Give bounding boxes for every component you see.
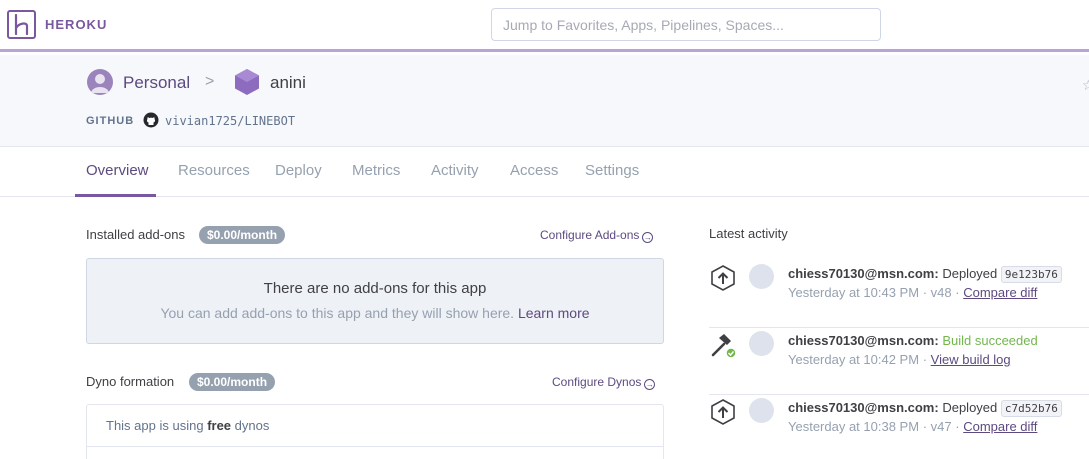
commit-hash[interactable]: 9e123b76 xyxy=(1000,266,1062,283)
addons-empty-text: You can add add-ons to this app and they… xyxy=(87,305,663,321)
user-avatar xyxy=(749,264,774,289)
tab-settings[interactable]: Settings xyxy=(585,162,639,179)
dyno-text-suffix: dynos xyxy=(234,418,270,433)
release-version: v47 xyxy=(930,419,952,434)
breadcrumb-app-name[interactable]: anini xyxy=(270,73,306,93)
addons-empty-description: You can add add-ons to this app and they… xyxy=(160,305,515,321)
top-navbar: HEROKU xyxy=(0,0,1089,52)
activity-time: Yesterday at 10:38 PM xyxy=(788,419,920,434)
search-input[interactable] xyxy=(491,8,881,41)
app-hexagon-icon xyxy=(235,69,259,95)
dyno-type: free xyxy=(207,418,232,433)
activity-action: Deployed xyxy=(942,266,998,281)
release-version: v48 xyxy=(930,285,952,300)
separator-dot: · xyxy=(922,419,928,434)
compare-diff-link[interactable]: Compare diff xyxy=(963,285,1037,300)
activity-summary: chiess70130@msn.com: Deployed c7d52b76 xyxy=(788,400,1062,417)
activity-time: Yesterday at 10:43 PM xyxy=(788,285,920,300)
commit-hash[interactable]: c7d52b76 xyxy=(1000,400,1062,417)
active-tab-indicator xyxy=(75,194,156,197)
activity-item: chiess70130@msn.com: Deployed 9e123b76 Y… xyxy=(709,262,1089,328)
arrow-right-circle-icon: → xyxy=(644,379,656,390)
configure-dynos-link[interactable]: Configure Dynos → xyxy=(552,375,656,390)
activity-summary: chiess70130@msn.com: Build succeeded xyxy=(788,333,1038,348)
heroku-logo-icon[interactable] xyxy=(7,10,36,39)
activity-summary: chiess70130@msn.com: Deployed 9e123b76 xyxy=(788,266,1062,283)
breadcrumb-separator: > xyxy=(205,73,215,90)
app-tabs: Overview Resources Deploy Metrics Activi… xyxy=(0,147,1089,197)
activity-user: chiess70130@msn.com: xyxy=(788,266,939,281)
tab-activity[interactable]: Activity xyxy=(431,162,479,179)
configure-addons-link[interactable]: Configure Add-ons → xyxy=(540,228,654,243)
dyno-formation-panel: This app is using free dynos xyxy=(86,404,664,459)
activity-item: chiess70130@msn.com: Deployed c7d52b76 Y… xyxy=(709,396,1089,459)
dynos-price-badge: $0.00/month xyxy=(189,373,276,391)
addons-title: Installed add-ons xyxy=(86,227,186,242)
separator-dot: · xyxy=(922,352,928,367)
deploy-icon xyxy=(711,265,735,291)
activity-meta: Yesterday at 10:42 PM · View build log xyxy=(788,352,1011,367)
addons-price-badge: $0.00/month xyxy=(199,226,286,244)
activity-item: chiess70130@msn.com: Build succeeded Yes… xyxy=(709,329,1089,395)
tab-deploy[interactable]: Deploy xyxy=(275,162,322,179)
tab-resources[interactable]: Resources xyxy=(178,162,250,179)
user-avatar xyxy=(749,331,774,356)
view-build-log-link[interactable]: View build log xyxy=(931,352,1011,367)
brand-name[interactable]: HEROKU xyxy=(45,17,107,32)
divider xyxy=(87,446,663,447)
compare-diff-link[interactable]: Compare diff xyxy=(963,419,1037,434)
tab-metrics[interactable]: Metrics xyxy=(352,162,400,179)
dynos-title: Dyno formation xyxy=(86,374,175,389)
app-header: Personal > anini GITHUB vivian1725/LINEB… xyxy=(0,55,1089,147)
user-avatar xyxy=(749,398,774,423)
dyno-text-prefix: This app is using xyxy=(106,418,204,433)
activity-meta: Yesterday at 10:38 PM · v47 · Compare di… xyxy=(788,419,1037,434)
personal-avatar[interactable] xyxy=(87,69,113,95)
separator-dot: · xyxy=(955,419,960,434)
build-icon xyxy=(711,334,737,359)
tab-overview[interactable]: Overview xyxy=(86,162,149,179)
separator-dot: · xyxy=(955,285,960,300)
dyno-info-text: This app is using free dynos xyxy=(106,418,269,433)
github-icon xyxy=(143,112,159,128)
addons-empty-state: There are no add-ons for this app You ca… xyxy=(86,258,664,344)
activity-user: chiess70130@msn.com: xyxy=(788,400,939,415)
activity-meta: Yesterday at 10:43 PM · v48 · Compare di… xyxy=(788,285,1037,300)
configure-dynos-label[interactable]: Configure Dynos xyxy=(552,375,641,389)
tab-access[interactable]: Access xyxy=(510,162,558,179)
activity-time: Yesterday at 10:42 PM xyxy=(788,352,920,367)
github-label: GITHUB xyxy=(86,115,135,127)
favorite-star-icon[interactable]: ☆ xyxy=(1082,77,1089,94)
configure-addons-label[interactable]: Configure Add-ons xyxy=(540,228,639,242)
activity-action: Build succeeded xyxy=(942,333,1038,348)
activity-user: chiess70130@msn.com: xyxy=(788,333,939,348)
separator-dot: · xyxy=(922,285,928,300)
activity-action: Deployed xyxy=(942,400,998,415)
addons-empty-title: There are no add-ons for this app xyxy=(263,280,487,297)
github-repo-link[interactable]: vivian1725/LINEBOT xyxy=(165,114,295,128)
latest-activity-title: Latest activity xyxy=(709,226,788,241)
deploy-icon xyxy=(711,399,735,425)
learn-more-link[interactable]: Learn more xyxy=(518,305,590,321)
breadcrumb-personal[interactable]: Personal xyxy=(123,73,190,93)
arrow-right-circle-icon: → xyxy=(642,232,654,243)
